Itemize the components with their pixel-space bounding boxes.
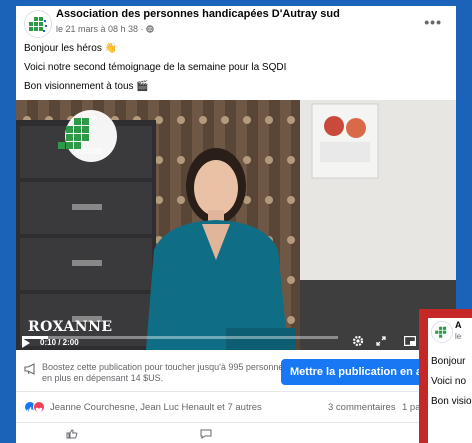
boost-bar: Boostez cette publication pour toucher j… [16, 350, 456, 392]
post-text-line-2: Voici notre second témoignage de la sema… [24, 62, 287, 73]
globe-icon [146, 25, 154, 33]
play-icon[interactable] [22, 338, 30, 348]
overlay-text-line-3: Bon visio [431, 396, 472, 407]
love-reaction-icon [33, 401, 45, 414]
post-actions-bar [16, 422, 456, 443]
like-action-icon[interactable] [66, 429, 78, 439]
comment-action-icon[interactable] [200, 429, 212, 439]
video-player[interactable]: ROXANNE 0:10 / 2:00 [16, 100, 456, 350]
more-dots-icon[interactable]: ••• [424, 14, 442, 30]
settings-gear-icon[interactable] [352, 335, 364, 347]
overlay-page-name: A [455, 320, 462, 330]
overlapping-post-content: A le Bonjour Voici no Bon visio [428, 318, 472, 443]
post-header: Association des personnes handicapées D'… [16, 6, 456, 46]
video-frame [16, 100, 456, 350]
comments-count[interactable]: 3 commentaires [328, 402, 396, 413]
post-timestamp[interactable]: le 21 mars à 08 h 38 · [56, 24, 154, 34]
overlay-page-avatar [431, 321, 453, 343]
reactions-bar: Jeanne Courchesne, Jean Luc Henault et 7… [16, 394, 456, 420]
video-caption-name: ROXANNE [28, 319, 113, 335]
video-time: 0:10 / 2:00 [40, 338, 79, 347]
reaction-names[interactable]: Jeanne Courchesne, Jean Luc Henault et 7… [50, 402, 262, 413]
association-logo-icon [25, 11, 51, 37]
overlay-text-line-1: Bonjour [431, 356, 466, 367]
post-text-line-3: Bon visionnement à tous 🎬 [24, 81, 149, 92]
fullscreen-icon[interactable] [376, 336, 386, 346]
megaphone-icon [24, 363, 35, 375]
page-avatar[interactable] [24, 10, 52, 38]
page-name-link[interactable]: Association des personnes handicapées D'… [56, 8, 340, 20]
boost-text: Boostez cette publication pour toucher j… [42, 362, 288, 383]
overlapping-post-card[interactable]: A le Bonjour Voici no Bon visio [419, 309, 472, 443]
overlay-text-line-2: Voici no [431, 376, 467, 387]
facebook-post: Association des personnes handicapées D'… [16, 6, 456, 443]
shares-count[interactable]: 1 pa [402, 402, 421, 413]
timestamp-text: le 21 mars à 08 h 38 · [56, 24, 147, 34]
post-text-line-1: Bonjour les héros 👋 [24, 43, 118, 54]
association-logo-icon [432, 322, 452, 342]
overlay-timestamp: le [455, 332, 462, 341]
picture-in-picture-icon[interactable] [404, 336, 416, 346]
